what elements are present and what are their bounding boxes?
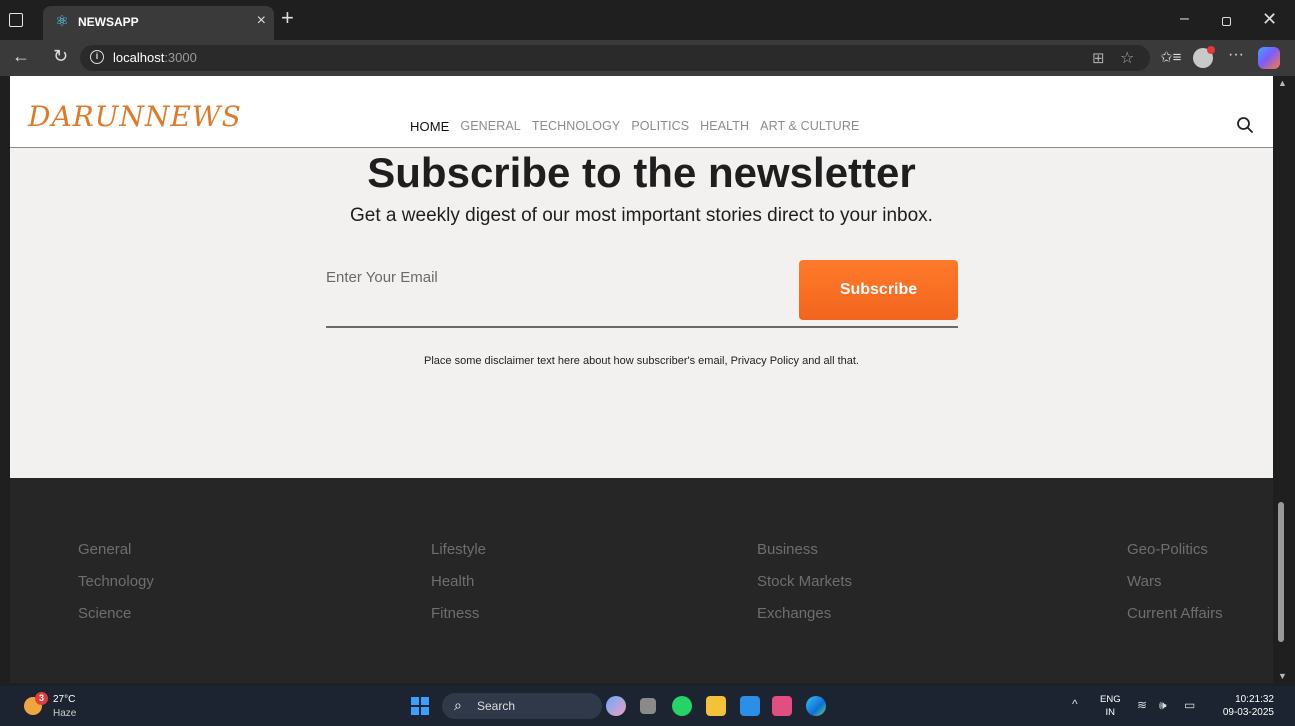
footer-link-current-affairs[interactable]: Current Affairs: [1127, 604, 1223, 636]
profile-avatar[interactable]: [1193, 46, 1215, 68]
footer-column-4: Geo-Politics Wars Current Affairs: [1127, 540, 1223, 636]
site-logo[interactable]: DARUNNEWS: [28, 100, 242, 133]
more-options-icon[interactable]: ···: [1228, 46, 1244, 64]
footer-link-stock-markets[interactable]: Stock Markets: [757, 572, 852, 604]
start-windows-icon[interactable]: [411, 697, 429, 715]
browser-tab-bar: ⚛ NEWSAPP × + – ✕: [0, 0, 1295, 40]
url-text: localhost:3000: [113, 50, 197, 65]
newsletter-section: Subscribe to the newsletter Get a weekly…: [10, 149, 1273, 478]
taskbar-search-label: Search: [477, 699, 516, 713]
weather-condition: Haze: [53, 708, 77, 719]
input-underline: [326, 326, 958, 328]
site-footer: General Technology Science Lifestyle Hea…: [10, 478, 1273, 683]
file-explorer-icon[interactable]: [706, 696, 726, 716]
clock[interactable]: 10:21:32 09-03-2025: [1212, 693, 1274, 719]
search-icon: ⌕: [454, 697, 462, 713]
tab-actions-icon[interactable]: [9, 13, 23, 27]
footer-link-business[interactable]: Business: [757, 540, 852, 572]
browser-toolbar: ← ↻ i localhost:3000 ⊞ ☆ ✩≡ ···: [0, 40, 1295, 76]
split-screen-icon[interactable]: ⊞: [1092, 49, 1105, 67]
footer-link-general[interactable]: General: [78, 540, 154, 572]
search-icon[interactable]: [1236, 116, 1254, 134]
language-indicator[interactable]: ENG IN: [1100, 693, 1121, 719]
newsletter-title: Subscribe to the newsletter: [367, 149, 916, 196]
footer-link-lifestyle[interactable]: Lifestyle: [431, 540, 486, 572]
site-header: DARUNNEWS HOME GENERAL TECHNOLOGY POLITI…: [10, 76, 1273, 148]
tab-title: NEWSAPP: [78, 15, 139, 29]
region-code: IN: [1105, 707, 1116, 718]
weather-temperature: 27°C: [53, 694, 76, 705]
copilot-icon[interactable]: [1258, 47, 1280, 69]
clock-date: 09-03-2025: [1222, 707, 1274, 718]
main-nav: HOME GENERAL TECHNOLOGY POLITICS HEALTH …: [410, 119, 859, 134]
subscribe-button[interactable]: Subscribe: [799, 260, 958, 320]
scroll-down-icon[interactable]: ▼: [1278, 671, 1287, 681]
new-tab-icon[interactable]: +: [281, 7, 294, 29]
nav-item-health[interactable]: HEALTH: [700, 119, 749, 134]
site-info-icon[interactable]: i: [90, 50, 104, 64]
whatsapp-icon[interactable]: [672, 696, 692, 716]
nav-item-home[interactable]: HOME: [410, 119, 449, 134]
scroll-up-icon[interactable]: ▲: [1278, 78, 1287, 88]
footer-column-3: Business Stock Markets Exchanges: [757, 540, 852, 636]
nav-item-technology[interactable]: TECHNOLOGY: [532, 119, 621, 134]
nav-item-politics[interactable]: POLITICS: [631, 119, 689, 134]
wifi-icon[interactable]: ≋: [1137, 698, 1147, 712]
restore-icon[interactable]: [1222, 17, 1231, 26]
nav-item-art-culture[interactable]: ART & CULTURE: [760, 119, 859, 134]
window-close-icon[interactable]: ✕: [1262, 9, 1277, 30]
task-view-icon[interactable]: [640, 698, 656, 714]
vscode-icon[interactable]: [740, 696, 760, 716]
footer-link-geo-politics[interactable]: Geo-Politics: [1127, 540, 1223, 572]
footer-link-exchanges[interactable]: Exchanges: [757, 604, 852, 636]
url-host: localhost: [113, 50, 165, 65]
footer-link-wars[interactable]: Wars: [1127, 572, 1223, 604]
minimize-icon[interactable]: –: [1180, 10, 1189, 28]
battery-icon[interactable]: ▭: [1184, 698, 1195, 712]
edge-browser-icon[interactable]: [806, 696, 826, 716]
favorite-star-icon[interactable]: ☆: [1120, 48, 1134, 68]
xampp-icon[interactable]: [772, 696, 792, 716]
footer-link-health[interactable]: Health: [431, 572, 486, 604]
footer-column-1: General Technology Science: [78, 540, 154, 636]
page-viewport: DARUNNEWS HOME GENERAL TECHNOLOGY POLITI…: [10, 76, 1273, 683]
volume-icon[interactable]: 🕪: [1159, 698, 1167, 713]
page-scrollbar[interactable]: ▲ ▼: [1273, 76, 1295, 683]
back-arrow-icon[interactable]: ←: [12, 46, 30, 67]
browser-tab[interactable]: ⚛ NEWSAPP ×: [43, 6, 274, 40]
favorites-icon[interactable]: ✩≡: [1160, 48, 1181, 66]
tab-close-icon[interactable]: ×: [257, 12, 266, 30]
footer-link-science[interactable]: Science: [78, 604, 154, 636]
language-code: ENG: [1100, 694, 1121, 705]
email-input[interactable]: [326, 260, 796, 294]
address-bar[interactable]: i localhost:3000 ⊞ ☆: [80, 45, 1150, 71]
copilot-app-icon[interactable]: [606, 696, 626, 716]
react-favicon-icon: ⚛: [55, 13, 69, 30]
tray-expand-icon[interactable]: ^: [1072, 697, 1078, 711]
newsletter-subtitle: Get a weekly digest of our most importan…: [350, 205, 933, 226]
nav-item-general[interactable]: GENERAL: [460, 119, 520, 134]
taskbar-search[interactable]: ⌕ Search: [442, 693, 602, 719]
url-port: :3000: [164, 50, 197, 65]
footer-link-fitness[interactable]: Fitness: [431, 604, 486, 636]
footer-link-technology[interactable]: Technology: [78, 572, 154, 604]
reload-icon[interactable]: ↻: [53, 46, 68, 67]
weather-badge: 3: [35, 692, 48, 705]
clock-time: 10:21:32: [1235, 694, 1274, 705]
footer-column-2: Lifestyle Health Fitness: [431, 540, 486, 636]
windows-taskbar: 3 27°C Haze ⌕ Search ^ ENG IN ≋ 🕪 ▭ 10:2…: [0, 686, 1295, 726]
disclaimer-text: Place some disclaimer text here about ho…: [424, 355, 859, 367]
scrollbar-thumb[interactable]: [1278, 502, 1284, 642]
